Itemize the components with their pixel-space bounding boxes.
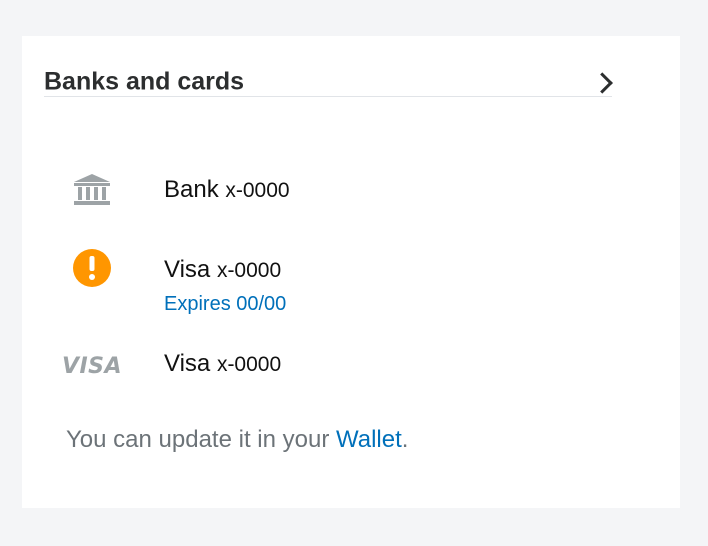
- account-mask: x-0000: [225, 179, 290, 202]
- account-mask: x-0000: [216, 259, 282, 282]
- account-name: Bank x-0000: [164, 176, 290, 203]
- account-mask: x-0000: [216, 353, 282, 376]
- wallet-hint: You can update it in your Wallet.: [66, 426, 409, 453]
- banks-and-cards-header[interactable]: Banks and cards: [44, 36, 612, 97]
- chevron-right-icon[interactable]: [593, 73, 613, 93]
- expiry-status[interactable]: Expires 00/00: [164, 293, 286, 316]
- visa-logo-icon: VISA: [61, 346, 123, 386]
- account-name: Visa x-0000: [164, 256, 282, 283]
- visa-logo: VISA: [61, 353, 123, 379]
- bank-icon: [64, 170, 120, 210]
- section-title: Banks and cards: [44, 67, 245, 96]
- account-name: Visa x-0000: [164, 350, 282, 377]
- warning-icon: [64, 248, 120, 288]
- wallet-link[interactable]: Wallet: [336, 426, 402, 453]
